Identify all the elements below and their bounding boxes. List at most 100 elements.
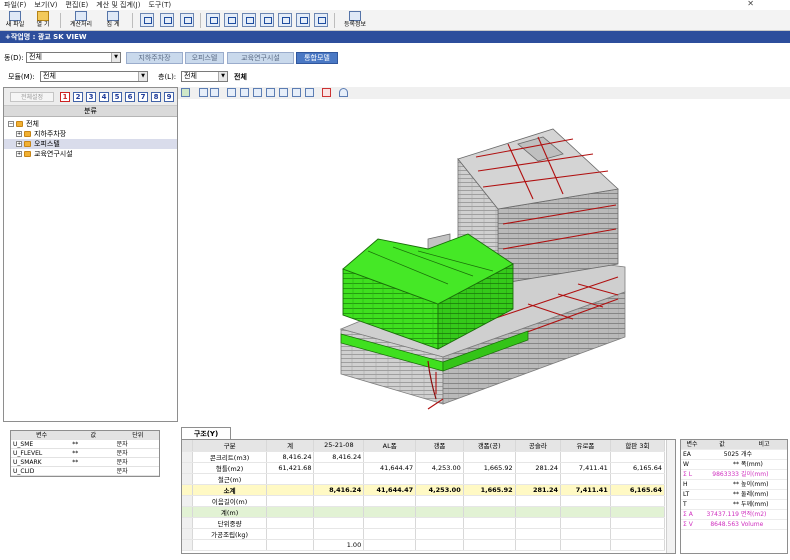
quantity-cell[interactable] [463, 528, 516, 540]
expand-icon[interactable]: + [16, 141, 22, 147]
level-button-4[interactable]: 4 [99, 92, 109, 102]
new-file-button[interactable]: 새 파일 [2, 11, 28, 30]
variable-row[interactable]: LT ** 둘레(mm) [681, 490, 787, 500]
list-icon[interactable] [322, 88, 331, 97]
property-row[interactable]: U_SME ** 문자 [11, 440, 159, 449]
quantity-cell[interactable] [415, 451, 464, 463]
zoom-in-icon[interactable] [160, 13, 174, 27]
quantity-row[interactable]: 소계 8,416.24 41,644.47 4,253.00 1,665.92 281.2… [182, 484, 666, 496]
quantity-cell[interactable] [463, 495, 516, 507]
quantity-cell[interactable] [313, 495, 365, 507]
quantity-cell[interactable] [313, 462, 365, 474]
variable-row[interactable]: Σ V 8648.563 Volume [681, 520, 787, 530]
quantity-cell[interactable] [415, 506, 464, 518]
quantity-cell[interactable] [515, 539, 562, 551]
quantity-row[interactable]: 형틀(m2) 61,421.68 41,644.47 4,253.00 1,665.92… [182, 462, 666, 474]
dong-select[interactable]: 전체 ▼ [26, 52, 121, 63]
expand-icon[interactable]: + [16, 131, 22, 137]
quantity-cell[interactable] [266, 473, 315, 485]
total-button[interactable]: 집 계 [100, 11, 126, 30]
quantity-row[interactable]: 1.00 [182, 539, 666, 551]
quantity-cell[interactable] [515, 473, 562, 485]
quantity-cell[interactable]: 61,421.68 [266, 462, 315, 474]
tree-item-all[interactable]: − 전체 [4, 119, 177, 129]
row-selector[interactable] [182, 506, 194, 518]
quantity-row[interactable]: 철근(m) [182, 473, 666, 485]
quantity-cell[interactable] [313, 517, 365, 529]
quantity-cell[interactable] [515, 495, 562, 507]
variable-row[interactable]: H ** 높이(mm) [681, 480, 787, 490]
quantity-cell[interactable] [313, 473, 365, 485]
tree-item-education-facility[interactable]: + 교육연구시설 [4, 149, 177, 159]
property-row[interactable]: U_FLEVEL ** 문자 [11, 449, 159, 458]
tab-structure[interactable]: 구조(Y) [181, 427, 231, 439]
row-selector[interactable] [182, 495, 194, 507]
vertical-scrollbar[interactable] [666, 440, 675, 553]
quantity-cell[interactable]: 4,253.00 [415, 484, 464, 496]
reset-all-button[interactable]: 전체설정 [10, 92, 54, 102]
open-button[interactable]: 열 기 [30, 11, 56, 30]
level-button-1[interactable]: 1 [60, 92, 70, 102]
quantity-cell[interactable] [610, 473, 666, 485]
quantity-cell[interactable] [363, 473, 417, 485]
layout-icon-3[interactable] [242, 13, 256, 27]
menu-edit[interactable]: 편집(E) [62, 0, 93, 10]
quantity-cell[interactable] [363, 517, 417, 529]
level-button-9[interactable]: 9 [164, 92, 174, 102]
tab-integrated-model[interactable]: 통합모델 [296, 52, 338, 64]
row-selector[interactable] [182, 462, 194, 474]
column-header[interactable]: 유로폼 [560, 440, 611, 452]
column-header[interactable]: 공슬라 [515, 440, 562, 452]
column-header[interactable]: AL폼 [363, 440, 417, 452]
3d-model-viewer[interactable] [178, 99, 790, 422]
quantity-cell[interactable] [515, 528, 562, 540]
quantity-cell[interactable] [560, 528, 611, 540]
row-selector[interactable] [182, 528, 194, 540]
row-selector[interactable] [182, 539, 194, 551]
level-button-5[interactable]: 5 [112, 92, 122, 102]
quantity-cell[interactable] [515, 517, 562, 529]
row-selector[interactable] [182, 451, 194, 463]
view-left-icon[interactable] [253, 88, 262, 97]
quantity-cell[interactable] [415, 539, 464, 551]
quantity-cell[interactable] [363, 451, 417, 463]
level-button-3[interactable]: 3 [86, 92, 96, 102]
floor-select[interactable]: 전체 ▼ [181, 71, 228, 82]
quantity-cell[interactable] [463, 451, 516, 463]
quantity-cell[interactable] [610, 506, 666, 518]
level-button-6[interactable]: 6 [125, 92, 135, 102]
module-select[interactable]: 전체 ▼ [40, 71, 148, 82]
menu-calc[interactable]: 계산 및 집계(J) [92, 0, 144, 10]
view-top-icon[interactable] [279, 88, 288, 97]
collapse-icon[interactable]: − [8, 121, 14, 127]
quantity-cell[interactable]: 8,416.24 [313, 451, 365, 463]
quantity-cell[interactable] [415, 473, 464, 485]
quantity-cell[interactable] [463, 506, 516, 518]
quantity-cell[interactable]: 41,644.47 [363, 484, 417, 496]
layout-icon-6[interactable] [296, 13, 310, 27]
view-iso-icon[interactable] [305, 88, 314, 97]
variable-row[interactable]: Σ L 9863333 길이(mm) [681, 470, 787, 480]
select-icon[interactable] [210, 88, 219, 97]
quantity-cell[interactable] [560, 473, 611, 485]
variable-row[interactable]: T ** 두께(mm) [681, 500, 787, 510]
quantity-cell[interactable]: 6,165.64 [610, 462, 666, 474]
quantity-cell[interactable] [560, 506, 611, 518]
quantity-cell[interactable]: 281.24 [515, 484, 562, 496]
close-icon[interactable]: ✕ [747, 0, 754, 8]
quantity-cell[interactable] [610, 451, 666, 463]
row-selector[interactable] [182, 517, 194, 529]
property-row[interactable]: U_CLID 문자 [11, 467, 159, 476]
quantity-cell[interactable] [313, 528, 365, 540]
quantity-cell[interactable] [266, 484, 315, 496]
variable-row[interactable]: EA 5025 개수 [681, 450, 787, 460]
filter-icon[interactable] [199, 88, 208, 97]
quantity-cell[interactable]: 1,665.92 [463, 484, 516, 496]
column-header[interactable]: 갱폼(공) [463, 440, 516, 452]
tab-underground-parking[interactable]: 지하주차장 [126, 52, 183, 64]
quantity-cell[interactable] [560, 539, 611, 551]
row-selector[interactable] [182, 473, 194, 485]
zoom-icon[interactable] [140, 13, 154, 27]
quantity-cell[interactable] [610, 528, 666, 540]
quantity-row[interactable]: 이음길이(m) [182, 495, 666, 507]
